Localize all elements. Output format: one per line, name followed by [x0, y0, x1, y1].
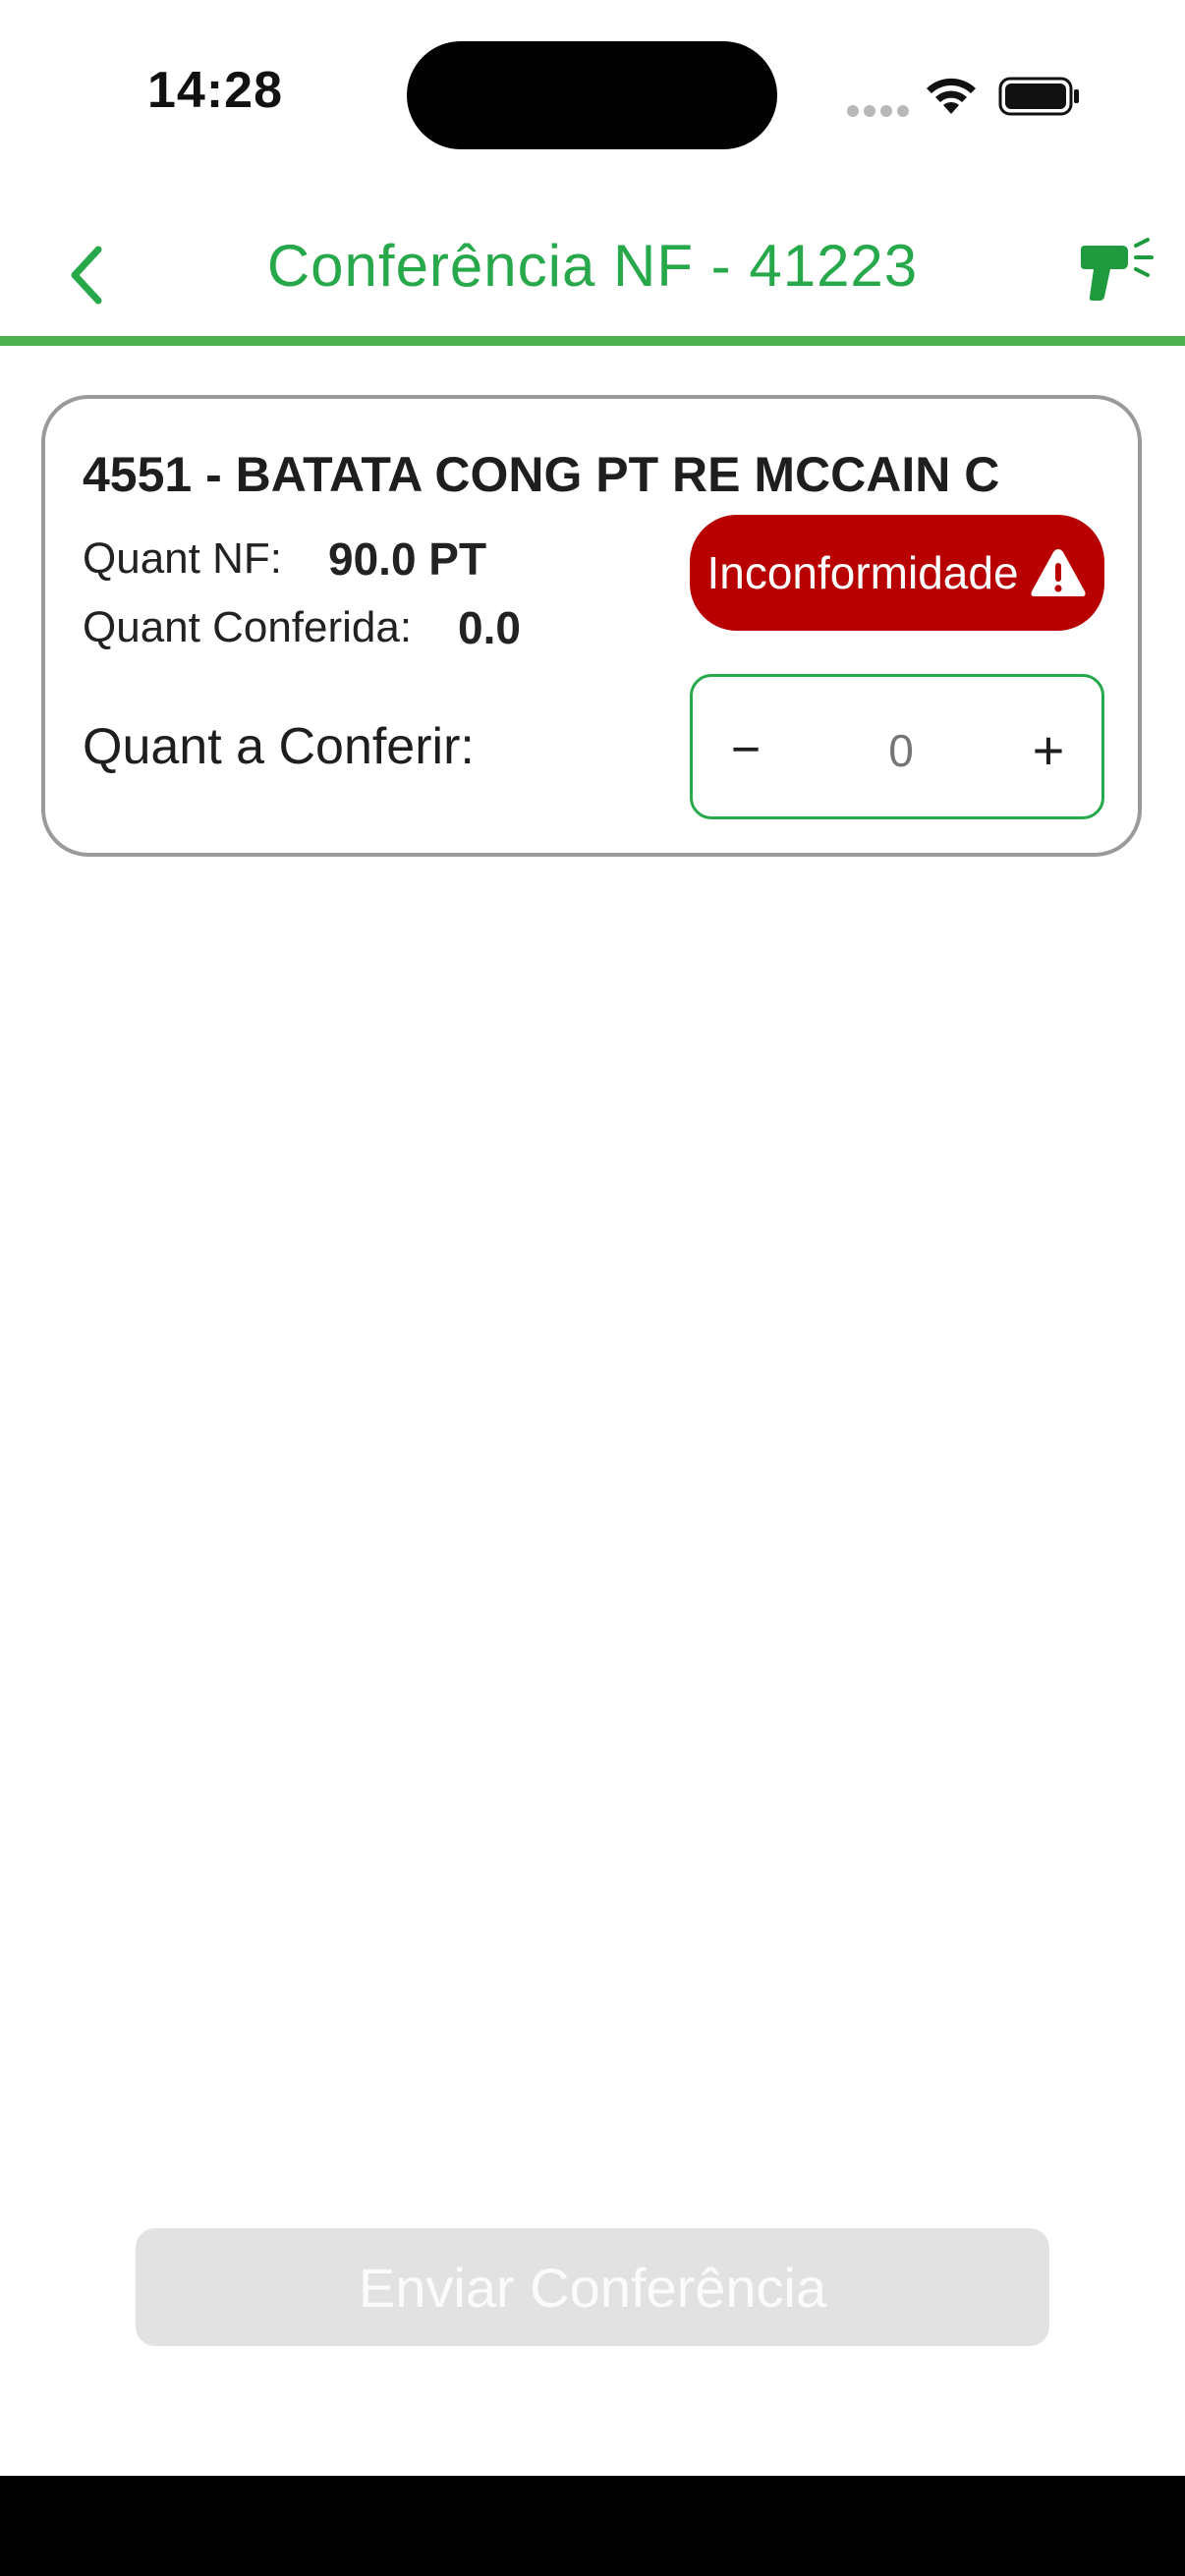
qty-checked-label: Quant Conferida: — [83, 603, 413, 651]
nonconformity-label: Inconformidade — [706, 547, 1019, 598]
quantity-stepper: − + — [690, 674, 1104, 819]
page-title: Conferência NF - 41223 — [266, 233, 919, 299]
decrement-button[interactable]: − — [706, 700, 785, 799]
warning-icon — [1030, 549, 1086, 596]
quantity-input[interactable] — [801, 700, 1001, 801]
scanner-button[interactable] — [1079, 234, 1157, 312]
nav-header: Conferência NF - 41223 — [0, 206, 1185, 334]
qty-to-check-label: Quant a Conferir: — [83, 718, 475, 775]
nonconformity-button[interactable]: Inconformidade — [690, 515, 1104, 631]
status-bar: 14:28 — [0, 0, 1185, 187]
bottom-bar — [0, 2476, 1185, 2576]
item-card: 4551 - BATATA CONG PT RE MCCAIN C Quant … — [41, 395, 1142, 857]
qty-nf-label: Quant NF: — [83, 534, 282, 583]
item-title: 4551 - BATATA CONG PT RE MCCAIN C — [83, 447, 1000, 502]
cellular-signal-icon — [847, 104, 914, 122]
screen: 14:28 Conferência NF - 41223 4551 - BATA… — [0, 0, 1185, 2576]
barcode-scanner-icon — [1081, 238, 1154, 301]
qty-nf-value: 90.0 PT — [328, 533, 487, 585]
send-conference-button[interactable]: Enviar Conferência — [136, 2228, 1049, 2346]
wifi-icon — [927, 78, 976, 114]
status-time: 14:28 — [147, 62, 283, 119]
battery-icon — [998, 77, 1079, 116]
qty-checked-value: 0.0 — [458, 602, 521, 653]
dynamic-island — [407, 41, 777, 149]
increment-button[interactable]: + — [1009, 700, 1088, 799]
header-divider — [0, 336, 1185, 346]
